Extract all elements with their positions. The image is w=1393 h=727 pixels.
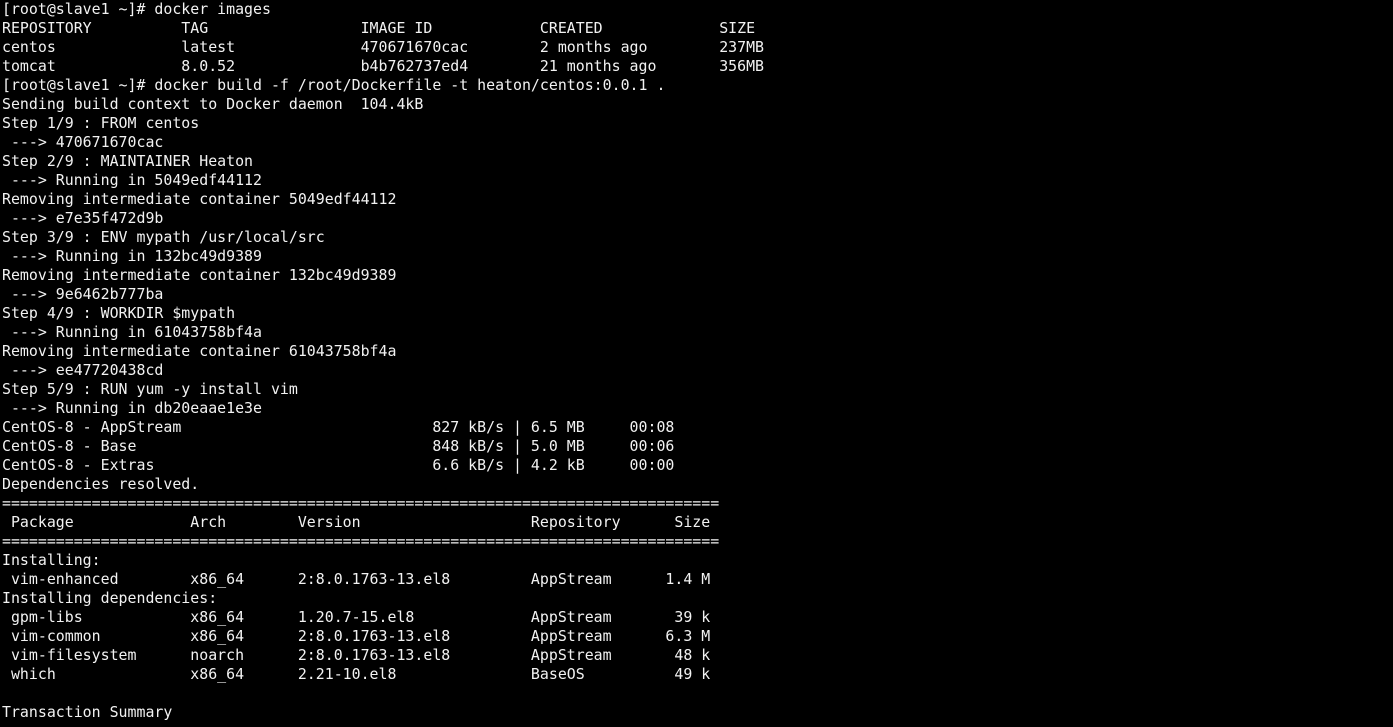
terminal-line: ========================================…	[2, 532, 720, 550]
terminal-line: ---> 9e6462b777ba	[2, 285, 164, 303]
terminal-window[interactable]: [root@slave1 ~]# docker images REPOSITOR…	[0, 0, 1393, 727]
terminal-line: Removing intermediate container 5049edf4…	[2, 190, 397, 208]
terminal-line: CentOS-8 - Extras 6.6 kB/s | 4.2 kB 00:0…	[2, 456, 675, 474]
terminal-line: ---> Running in 61043758bf4a	[2, 323, 262, 341]
terminal-line: tomcat 8.0.52 b4b762737ed4 21 months ago…	[2, 57, 765, 75]
terminal-line: ---> ee47720438cd	[2, 361, 164, 379]
terminal-line: Step 2/9 : MAINTAINER Heaton	[2, 152, 254, 170]
terminal-line: CentOS-8 - Base 848 kB/s | 5.0 MB 00:06	[2, 437, 675, 455]
terminal-line: ---> Running in db20eaae1e3e	[2, 399, 262, 417]
terminal-line: ---> 470671670cac	[2, 133, 164, 151]
terminal-line: Step 4/9 : WORKDIR $mypath	[2, 304, 236, 322]
terminal-line: Installing dependencies:	[2, 589, 218, 607]
terminal-line: Sending build context to Docker daemon 1…	[2, 95, 424, 113]
terminal-line: REPOSITORY TAG IMAGE ID CREATED SIZE	[2, 19, 756, 37]
terminal-line: Dependencies resolved.	[2, 475, 200, 493]
terminal-line: ========================================…	[2, 494, 720, 512]
terminal-line: which x86_64 2.21-10.el8 BaseOS 49 k	[2, 665, 711, 683]
terminal-line: ---> Running in 132bc49d9389	[2, 247, 262, 265]
terminal-line: Removing intermediate container 132bc49d…	[2, 266, 397, 284]
terminal-line: ---> e7e35f472d9b	[2, 209, 164, 227]
terminal-line: vim-filesystem noarch 2:8.0.1763-13.el8 …	[2, 646, 711, 664]
terminal-line: vim-enhanced x86_64 2:8.0.1763-13.el8 Ap…	[2, 570, 711, 588]
terminal-line: Package Arch Version Repository Size	[2, 513, 711, 531]
terminal-line: CentOS-8 - AppStream 827 kB/s | 6.5 MB 0…	[2, 418, 675, 436]
terminal-line: Transaction Summary	[2, 703, 173, 721]
terminal-line: ---> Running in 5049edf44112	[2, 171, 262, 189]
terminal-line: Installing:	[2, 551, 101, 569]
terminal-line: [root@slave1 ~]# docker build -f /root/D…	[2, 76, 666, 94]
terminal-line: Removing intermediate container 61043758…	[2, 342, 397, 360]
terminal-line: gpm-libs x86_64 1.20.7-15.el8 AppStream …	[2, 608, 711, 626]
terminal-line: [root@slave1 ~]# docker images	[2, 0, 271, 18]
terminal-line: centos latest 470671670cac 2 months ago …	[2, 38, 765, 56]
terminal-line: Step 5/9 : RUN yum -y install vim	[2, 380, 298, 398]
terminal-line: Step 1/9 : FROM centos	[2, 114, 200, 132]
terminal-line: Step 3/9 : ENV mypath /usr/local/src	[2, 228, 325, 246]
terminal-line: vim-common x86_64 2:8.0.1763-13.el8 AppS…	[2, 627, 711, 645]
